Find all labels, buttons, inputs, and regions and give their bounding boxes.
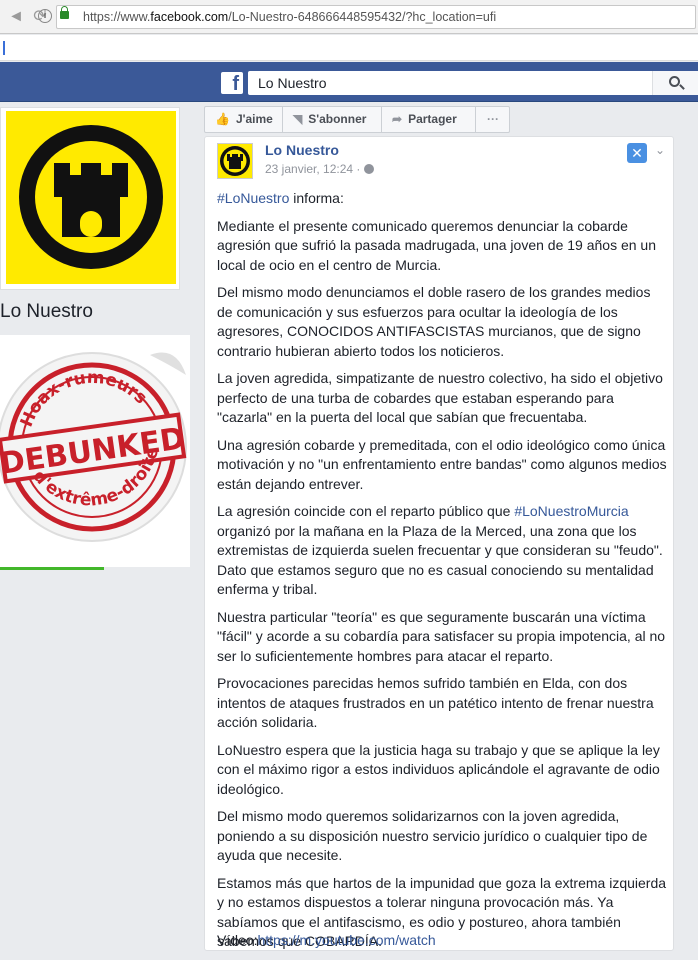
search-input[interactable]: Lo Nuestro: [248, 71, 698, 95]
tower-logo-icon: [19, 125, 163, 269]
post-paragraph-text: La agresión coincide con el reparto públ…: [217, 503, 515, 519]
page-title[interactable]: Lo Nuestro: [0, 301, 93, 323]
facebook-logo-icon[interactable]: f: [221, 72, 243, 94]
follow-label: S'abonner: [308, 112, 367, 126]
post-intro: #LoNuestro informa:: [217, 189, 669, 209]
post-avatar[interactable]: [217, 143, 253, 179]
browser-toolbar: ◄ ⟳ https://www.facebook.com/Lo-Nuestro-…: [0, 0, 698, 34]
search-button[interactable]: [652, 71, 698, 95]
globe-icon: [364, 164, 375, 174]
post-paragraph: Del mismo modo queremos solidarizarnos c…: [217, 808, 648, 863]
post-paragraph: Del mismo modo denunciamos el doble rase…: [217, 284, 651, 359]
rss-icon: ◥: [293, 112, 303, 126]
url-prefix: https://www.: [83, 10, 151, 24]
more-button[interactable]: ···: [476, 107, 510, 132]
facebook-header: f Lo Nuestro: [0, 62, 698, 102]
lock-icon: [60, 6, 69, 19]
hashtag-link[interactable]: #LoNuestroMurcia: [514, 503, 628, 519]
post-intro-text: informa:: [289, 190, 344, 206]
video-link[interactable]: https://m.youtube.com/watch: [257, 932, 435, 948]
url-path: /Lo-Nuestro-648666448595432/?hc_location…: [228, 10, 497, 24]
post-paragraph: Mediante el presente comunicado queremos…: [217, 217, 656, 273]
post-card: Lo Nuestro 23 janvier, 12:24 · ✕ ⌄ #LoNu…: [204, 136, 674, 951]
video-label: Vídeo:: [217, 932, 258, 948]
search-icon-handle: [679, 84, 685, 90]
left-column: Lo Nuestro Hoax-rumeurs DEBUNKED d'extrê…: [0, 103, 190, 951]
post-body: #LoNuestro informa: Mediante el presente…: [217, 189, 669, 960]
address-bar[interactable]: https://www.facebook.com/Lo-Nuestro-6486…: [56, 5, 696, 29]
share-button[interactable]: ➦ Partager: [382, 107, 476, 132]
like-label: J'aime: [235, 112, 273, 126]
post-date: 23 janvier, 12:24 ·: [265, 162, 361, 176]
url-domain: facebook.com: [150, 10, 229, 24]
post-paragraph: LoNuestro espera que la justicia haga su…: [217, 741, 660, 797]
post-paragraph: La joven agredida, simpatizante de nuest…: [217, 370, 663, 425]
thumbs-up-icon: 👍: [215, 112, 230, 126]
more-icon: ···: [487, 112, 499, 126]
divider: [0, 567, 104, 570]
extension-badge-icon[interactable]: ✕: [627, 143, 647, 163]
share-label: Partager: [408, 112, 457, 126]
post-paragraph: La agresión coincide con el reparto públ…: [217, 502, 669, 600]
back-icon[interactable]: ◄: [6, 7, 26, 27]
debunked-stamp-icon: Hoax-rumeurs DEBUNKED d'extrême-droite: [0, 352, 187, 542]
post-author-link[interactable]: Lo Nuestro: [265, 142, 339, 158]
debunked-overlay: Hoax-rumeurs DEBUNKED d'extrême-droite: [0, 335, 190, 567]
share-arrow-icon: ➦: [392, 112, 403, 126]
follow-button[interactable]: ◥ S'abonner: [283, 107, 382, 132]
text-caret: [3, 41, 5, 55]
post-paragraph: Una agresión cobarde y premeditada, con …: [217, 436, 667, 492]
video-line: Vídeo:https://m.youtube.com/watch: [217, 932, 436, 948]
profile-picture-frame[interactable]: [0, 107, 180, 290]
like-button[interactable]: 👍 J'aime: [205, 107, 283, 132]
page-action-bar: 👍 J'aime ◥ S'abonner ➦ Partager ···: [204, 106, 510, 133]
chevron-down-icon[interactable]: ⌄: [655, 143, 665, 157]
secondary-bar: [0, 35, 698, 61]
post-timestamp[interactable]: 23 janvier, 12:24 ·: [265, 162, 375, 176]
info-icon[interactable]: i: [38, 9, 52, 23]
post-paragraph-text: organizó por la mañana en la Plaza de la…: [217, 522, 663, 598]
hashtag-link[interactable]: #LoNuestro: [217, 190, 289, 206]
profile-picture[interactable]: [6, 111, 176, 284]
post-paragraph: Nuestra particular "teoría" es que segur…: [217, 608, 666, 664]
search-value: Lo Nuestro: [258, 75, 327, 91]
tower-logo-icon: [220, 146, 250, 176]
post-paragraph: Provocaciones parecidas hemos sufrido ta…: [217, 675, 654, 730]
